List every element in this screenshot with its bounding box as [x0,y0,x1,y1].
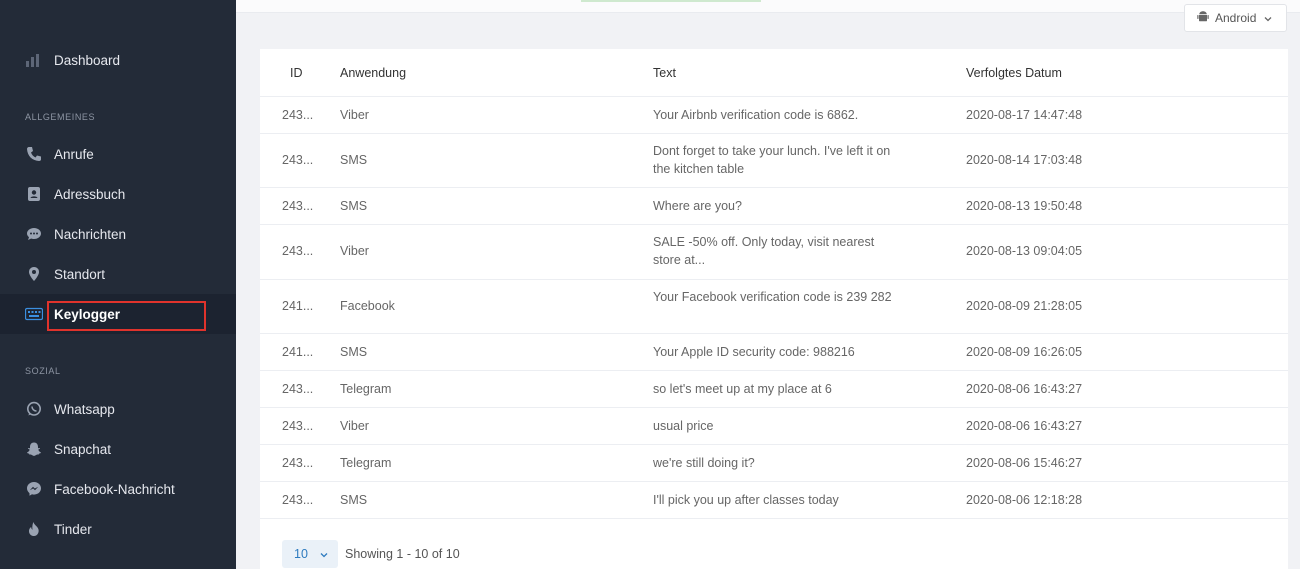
location-pin-icon [25,265,43,283]
section-label-general: ALLGEMEINES [25,112,96,122]
table-header: ID Anwendung Text Verfolgtes Datum [260,49,1288,97]
cell-id: 243... [282,108,314,122]
sidebar-item-label: Tinder [54,521,92,537]
table-row[interactable]: 243... SMS Dont forget to take your lunc… [260,134,1288,188]
messenger-icon [25,480,43,498]
cell-text: Where are you? [653,199,742,213]
sidebar: Dashboard ALLGEMEINES Anrufe Adressbuch … [0,0,236,569]
table-row[interactable]: 243... Telegram we're still doing it? 20… [260,445,1288,482]
cell-id: 243... [282,382,314,396]
cell-text: Your Airbnb verification code is 6862. [653,108,859,122]
cell-app: SMS [340,153,368,167]
os-select[interactable]: Android [1184,4,1287,32]
keylogger-table-card: ID Anwendung Text Verfolgtes Datum 243..… [260,49,1288,569]
keyboard-icon [25,305,43,323]
column-header-id[interactable]: ID [290,66,303,80]
flame-icon [25,520,43,538]
table-row[interactable]: 243... Viber SALE -50% off. Only today, … [260,225,1288,280]
cell-id: 243... [282,153,314,167]
android-icon [1197,10,1209,26]
pagination-status: Showing 1 - 10 of 10 [345,547,460,561]
sidebar-item-label: Anrufe [54,146,94,162]
column-header-text[interactable]: Text [653,66,676,80]
os-select-label: Android [1215,11,1257,25]
sidebar-item-anrufe[interactable]: Anrufe [0,134,236,174]
cell-date: 2020-08-06 16:43:27 [966,419,1083,433]
sidebar-item-label: Standort [54,266,106,282]
sidebar-item-dashboard[interactable]: Dashboard [0,40,236,80]
whatsapp-icon [25,400,43,418]
sidebar-item-standort[interactable]: Standort [0,254,236,294]
cell-date: 2020-08-06 16:43:27 [966,382,1083,396]
cell-date: 2020-08-09 21:28:05 [966,299,1083,313]
cell-date: 2020-08-13 09:04:05 [966,244,1083,258]
snapchat-ghost-icon [25,440,43,458]
sidebar-item-label: Adressbuch [54,186,126,202]
cell-date: 2020-08-17 14:47:48 [966,108,1083,122]
sidebar-item-label: Whatsapp [54,401,115,417]
page-size-value: 10 [294,547,308,561]
cell-text: Your Facebook verification code is 239 2… [653,290,892,304]
bar-chart-icon [25,51,43,69]
cell-id: 241... [282,345,314,359]
column-header-app[interactable]: Anwendung [340,66,406,80]
cell-date: 2020-08-06 15:46:27 [966,456,1083,470]
sidebar-item-label: Nachrichten [54,226,127,242]
cell-date: 2020-08-13 19:50:48 [966,199,1083,213]
sidebar-item-label: Snapchat [54,441,112,457]
cell-id: 241... [282,299,314,313]
address-book-icon [25,185,43,203]
table-row[interactable]: 243... SMS Where are you? 2020-08-13 19:… [260,188,1288,225]
cell-id: 243... [282,419,314,433]
cell-id: 243... [282,493,314,507]
cell-text: Dont forget to take your lunch. I've lef… [653,144,891,176]
table-row[interactable]: 243... Viber usual price 2020-08-06 16:4… [260,408,1288,445]
page-size-select[interactable]: 10 [282,540,338,568]
cell-date: 2020-08-09 16:26:05 [966,345,1083,359]
section-label-social: SOZIAL [25,366,61,376]
phone-icon [25,145,43,163]
topbar [236,0,1300,13]
cell-id: 243... [282,456,314,470]
cell-app: Telegram [340,456,392,470]
cell-app: SMS [340,493,368,507]
chevron-down-icon [1264,11,1272,25]
cell-app: Facebook [340,299,395,313]
cell-text: we're still doing it? [653,456,755,470]
table-row[interactable]: 241... SMS Your Apple ID security code: … [260,334,1288,371]
sidebar-item-label: Dashboard [54,52,121,68]
cell-date: 2020-08-14 17:03:48 [966,153,1083,167]
cell-app: SMS [340,199,368,213]
cell-text: Your Apple ID security code: 988216 [653,345,855,359]
cell-app: Telegram [340,382,392,396]
chevron-down-icon [320,547,328,561]
cell-app: SMS [340,345,368,359]
sidebar-item-tinder[interactable]: Tinder [0,509,236,549]
cell-text: I'll pick you up after classes today [653,493,839,507]
cell-date: 2020-08-06 12:18:28 [966,493,1083,507]
notification-strip [581,0,761,2]
chat-bubble-icon [25,225,43,243]
cell-id: 243... [282,199,314,213]
sidebar-item-facebook-nachricht[interactable]: Facebook-Nachricht [0,469,236,509]
cell-text: so let's meet up at my place at 6 [653,382,832,396]
cell-app: Viber [340,419,369,433]
sidebar-item-whatsapp[interactable]: Whatsapp [0,389,236,429]
sidebar-item-adressbuch[interactable]: Adressbuch [0,174,236,214]
table-row[interactable]: 243... SMS I'll pick you up after classe… [260,482,1288,519]
cell-text: usual price [653,419,714,433]
table-row[interactable]: 243... Viber Your Airbnb verification co… [260,97,1288,134]
cell-app: Viber [340,108,369,122]
highlight-box [47,301,206,331]
cell-id: 243... [282,244,314,258]
sidebar-item-snapchat[interactable]: Snapchat [0,429,236,469]
sidebar-item-label: Facebook-Nachricht [54,481,175,497]
table-row[interactable]: 241... Facebook Your Facebook verificati… [260,280,1288,334]
cell-text: SALE -50% off. Only today, visit nearest… [653,235,875,267]
column-header-date[interactable]: Verfolgtes Datum [966,66,1062,80]
table-row[interactable]: 243... Telegram so let's meet up at my p… [260,371,1288,408]
sidebar-item-nachrichten[interactable]: Nachrichten [0,214,236,254]
cell-app: Viber [340,244,369,258]
